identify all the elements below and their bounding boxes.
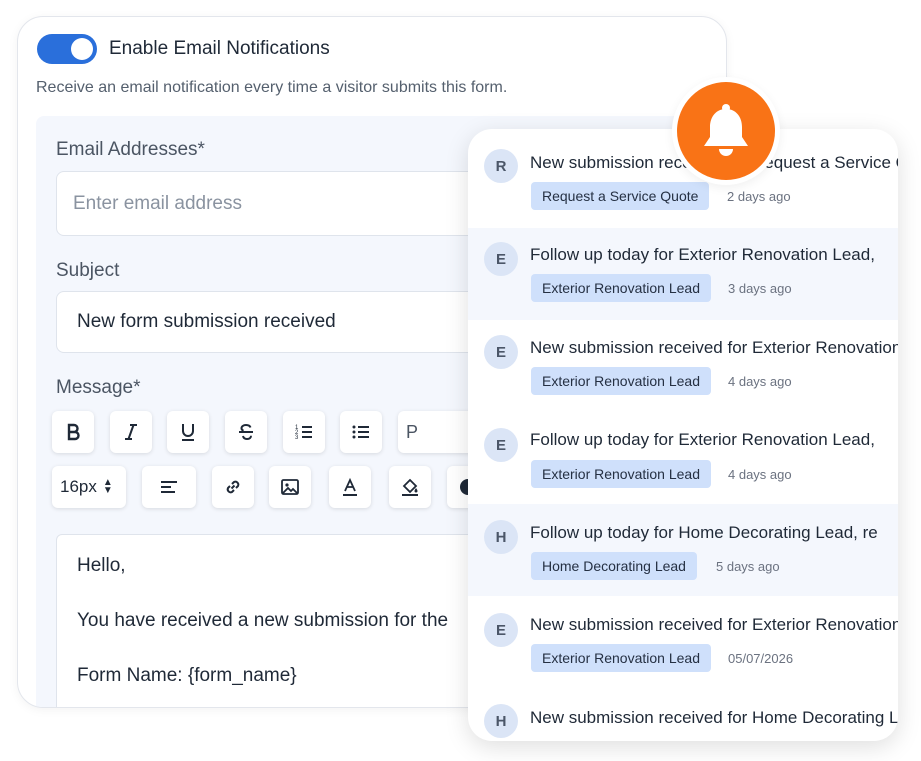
- notification-tag: Exterior Renovation Lead: [531, 274, 711, 302]
- link-icon: [226, 480, 240, 494]
- avatar: E: [484, 242, 518, 276]
- avatar: R: [484, 149, 518, 183]
- italic-button[interactable]: [110, 411, 152, 453]
- paint-bucket-icon: [402, 478, 418, 496]
- highlight-color-button[interactable]: [389, 466, 431, 508]
- subject-label: Subject: [56, 260, 120, 281]
- text-color-button[interactable]: [329, 466, 371, 508]
- paragraph-format-select[interactable]: P: [398, 411, 478, 453]
- insert-link-button[interactable]: [212, 466, 254, 508]
- avatar: H: [484, 520, 518, 554]
- notification-tag: Exterior Renovation Lead: [531, 367, 711, 395]
- notification-title: New submission received for Home Decorat…: [530, 708, 898, 727]
- align-left-icon: [161, 481, 177, 493]
- toggle-label: Enable Email Notifications: [109, 38, 330, 59]
- enable-email-notifications-toggle[interactable]: [37, 34, 97, 64]
- notification-item[interactable]: H Follow up today for Home Decorating Le…: [468, 504, 898, 596]
- notification-time: 5 days ago: [716, 559, 780, 574]
- notification-tag: Exterior Renovation Lead: [531, 644, 711, 672]
- notification-title: Follow up today for Exterior Renovation …: [530, 245, 875, 264]
- notification-time: 2 days ago: [727, 189, 791, 204]
- notification-time: 4 days ago: [728, 374, 792, 389]
- notifications-panel: R New submission received for Request a …: [468, 129, 898, 741]
- notification-item[interactable]: H New submission received for Home Decor…: [468, 688, 898, 741]
- italic-icon: [125, 424, 137, 440]
- bell-circle: [677, 82, 775, 180]
- strikethrough-icon: [239, 423, 253, 441]
- enable-email-notifications-row: Enable Email Notifications: [37, 34, 330, 64]
- insert-image-button[interactable]: [269, 466, 311, 508]
- bold-icon: [67, 423, 80, 441]
- bullet-list-button[interactable]: [340, 411, 382, 453]
- ordered-list-icon: 123: [295, 425, 312, 441]
- avatar: E: [484, 335, 518, 369]
- strikethrough-button[interactable]: [225, 411, 267, 453]
- notification-time: 4 days ago: [728, 467, 792, 482]
- notification-time: 3 days ago: [728, 281, 792, 296]
- text-color-icon: [343, 477, 357, 496]
- image-icon: [281, 479, 299, 495]
- notification-tag: Exterior Renovation Lead: [531, 460, 711, 488]
- select-arrows-icon: ▲ ▼: [102, 477, 113, 496]
- font-size-value: 16px: [60, 477, 97, 496]
- avatar: H: [484, 704, 518, 738]
- notification-item[interactable]: E Follow up today for Exterior Renovatio…: [468, 228, 898, 320]
- notification-bell-badge: [672, 77, 780, 185]
- notification-description: Receive an email notification every time…: [36, 79, 508, 96]
- notification-time: 05/07/2026: [728, 651, 794, 666]
- notification-title: New submission received for Exterior Ren…: [530, 338, 898, 357]
- bold-button[interactable]: [52, 411, 94, 453]
- notification-tag: Home Decorating Lead: [531, 552, 697, 580]
- toggle-knob: [71, 38, 93, 60]
- svg-text:3: 3: [295, 435, 299, 441]
- notification-item[interactable]: E Follow up today for Exterior Renovatio…: [468, 412, 898, 504]
- notification-title: Follow up today for Exterior Renovation …: [530, 430, 875, 449]
- notification-item[interactable]: E New submission received for Exterior R…: [468, 320, 898, 412]
- email-addresses-label: Email Addresses*: [56, 139, 205, 160]
- notification-title: Follow up today for Home Decorating Lead…: [530, 523, 878, 542]
- font-size-select[interactable]: 16px ▲ ▼: [52, 466, 126, 508]
- message-label: Message*: [56, 377, 141, 398]
- notification-title: New submission received for Exterior Ren…: [530, 615, 898, 634]
- ordered-list-button[interactable]: 123: [283, 411, 325, 453]
- underline-button[interactable]: [167, 411, 209, 453]
- align-left-button[interactable]: [142, 466, 196, 508]
- bell-icon: [704, 104, 748, 156]
- notification-item[interactable]: E New submission received for Exterior R…: [468, 596, 898, 688]
- underline-icon: [182, 424, 194, 441]
- avatar: E: [484, 428, 518, 462]
- bullet-list-icon: [352, 425, 369, 439]
- notification-tag: Request a Service Quote: [531, 182, 710, 210]
- avatar: E: [484, 613, 518, 647]
